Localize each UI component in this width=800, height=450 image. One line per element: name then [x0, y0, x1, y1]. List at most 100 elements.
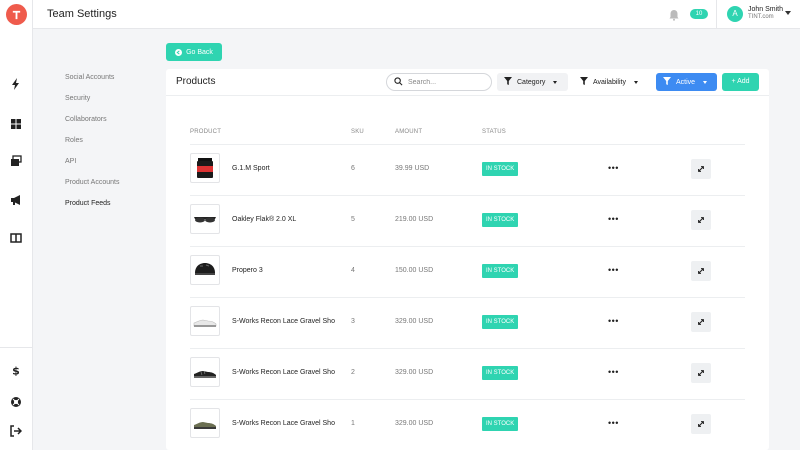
expand-button[interactable]	[691, 414, 711, 434]
product-sku: 2	[351, 369, 355, 376]
expand-icon	[698, 268, 704, 274]
search-icon	[394, 73, 403, 91]
expand-button[interactable]	[691, 363, 711, 383]
lightning-icon[interactable]	[9, 77, 23, 91]
expand-icon	[698, 166, 704, 172]
product-sku: 6	[351, 165, 355, 172]
more-menu-icon[interactable]: •••	[608, 418, 619, 428]
chevron-down-icon[interactable]	[785, 11, 791, 15]
availability-filter-label: Availability	[593, 78, 626, 86]
more-menu-icon[interactable]: •••	[608, 367, 619, 377]
bell-icon[interactable]	[668, 8, 680, 21]
go-back-button[interactable]: Go Back	[166, 43, 222, 61]
col-sku: SKU	[351, 129, 364, 135]
search-box[interactable]	[386, 73, 492, 91]
more-menu-icon[interactable]: •••	[608, 214, 619, 224]
avatar[interactable]: A	[727, 6, 743, 22]
chevron-down-icon	[553, 80, 558, 84]
product-sku: 4	[351, 267, 355, 274]
col-amount: AMOUNT	[395, 129, 423, 135]
category-filter[interactable]: Category	[497, 73, 568, 91]
settings-nav: Social Accounts Security Collaborators R…	[65, 70, 165, 217]
more-menu-icon[interactable]: •••	[608, 163, 619, 173]
chevron-down-icon	[703, 80, 708, 84]
top-header: Team Settings 10 A John Smith TINT.com	[33, 0, 800, 29]
table-row[interactable]: G.1.M Sport 6 39.99 USD IN STOCK •••	[190, 144, 745, 195]
active-filter-label: Active	[676, 78, 696, 86]
rail-divider	[0, 347, 33, 348]
tint-logo-icon[interactable]	[6, 4, 27, 25]
more-menu-icon[interactable]: •••	[608, 265, 619, 275]
product-amount: 329.00 USD	[395, 420, 434, 427]
filter-icon	[504, 77, 512, 87]
products-title: Products	[176, 76, 216, 87]
logout-icon[interactable]	[9, 424, 23, 438]
product-thumbnail	[190, 255, 220, 285]
products-card: Products Category Availability Active + …	[166, 69, 769, 450]
arrow-left-icon	[175, 48, 183, 56]
filter-icon	[663, 77, 671, 87]
status-badge: IN STOCK	[482, 417, 519, 431]
status-badge: IN STOCK	[482, 213, 519, 227]
nav-roles[interactable]: Roles	[65, 133, 165, 154]
product-sku: 5	[351, 216, 355, 223]
product-thumbnail	[190, 306, 220, 336]
table-row[interactable]: Oakley Flak® 2.0 XL 5 219.00 USD IN STOC…	[190, 195, 745, 246]
expand-icon	[698, 319, 704, 325]
table-row[interactable]: S-Works Recon Lace Gravel Sho 2 329.00 U…	[190, 348, 745, 399]
expand-button[interactable]	[691, 159, 711, 179]
status-badge: IN STOCK	[482, 366, 519, 380]
product-name: G.1.M Sport	[232, 165, 270, 172]
expand-button[interactable]	[691, 312, 711, 332]
status-badge: IN STOCK	[482, 315, 519, 329]
category-filter-label: Category	[517, 78, 546, 86]
col-status: STATUS	[482, 129, 506, 135]
product-name: Oakley Flak® 2.0 XL	[232, 216, 297, 223]
megaphone-icon[interactable]	[9, 193, 23, 207]
expand-button[interactable]	[691, 210, 711, 230]
product-name: S-Works Recon Lace Gravel Sho	[232, 318, 335, 325]
notification-badge[interactable]: 10	[690, 9, 708, 19]
table-row[interactable]: S-Works Recon Lace Gravel Sho 1 329.00 U…	[190, 399, 745, 450]
product-name: S-Works Recon Lace Gravel Sho	[232, 420, 335, 427]
more-menu-icon[interactable]: •••	[608, 316, 619, 326]
expand-icon	[698, 421, 704, 427]
left-icon-rail: $	[0, 0, 33, 450]
nav-api[interactable]: API	[65, 154, 165, 175]
expand-button[interactable]	[691, 261, 711, 281]
header-divider	[716, 0, 717, 29]
nav-security[interactable]: Security	[65, 91, 165, 112]
table-row[interactable]: S-Works Recon Lace Gravel Sho 3 329.00 U…	[190, 297, 745, 348]
col-product: PRODUCT	[190, 129, 222, 135]
nav-collaborators[interactable]: Collaborators	[65, 112, 165, 133]
product-thumbnail	[190, 408, 220, 438]
nav-product-accounts[interactable]: Product Accounts	[65, 175, 165, 196]
nav-social-accounts[interactable]: Social Accounts	[65, 70, 165, 91]
product-thumbnail	[190, 357, 220, 387]
table-row[interactable]: Propero 3 4 150.00 USD IN STOCK •••	[190, 246, 745, 297]
product-sku: 1	[351, 420, 355, 427]
columns-icon[interactable]	[9, 231, 23, 245]
status-badge: IN STOCK	[482, 264, 519, 278]
card-header-divider	[166, 95, 769, 96]
layers-icon[interactable]	[9, 154, 23, 168]
support-icon[interactable]	[9, 395, 23, 409]
product-thumbnail	[190, 153, 220, 183]
active-filter[interactable]: Active	[656, 73, 717, 91]
add-product-button[interactable]: + Add	[722, 73, 759, 91]
product-name: Propero 3	[232, 267, 263, 274]
product-amount: 329.00 USD	[395, 369, 434, 376]
product-amount: 39.99 USD	[395, 165, 430, 172]
product-amount: 150.00 USD	[395, 267, 434, 274]
user-name[interactable]: John Smith	[748, 6, 783, 13]
chevron-down-icon	[633, 80, 638, 84]
availability-filter[interactable]: Availability	[573, 73, 650, 91]
dollar-icon[interactable]: $	[9, 363, 23, 377]
product-name: S-Works Recon Lace Gravel Sho	[232, 369, 335, 376]
grid-icon[interactable]	[9, 117, 23, 131]
expand-icon	[698, 217, 704, 223]
nav-product-feeds[interactable]: Product Feeds	[65, 196, 165, 217]
search-input[interactable]	[408, 78, 478, 86]
user-org: TINT.com	[748, 14, 774, 20]
page-title: Team Settings	[47, 8, 117, 20]
